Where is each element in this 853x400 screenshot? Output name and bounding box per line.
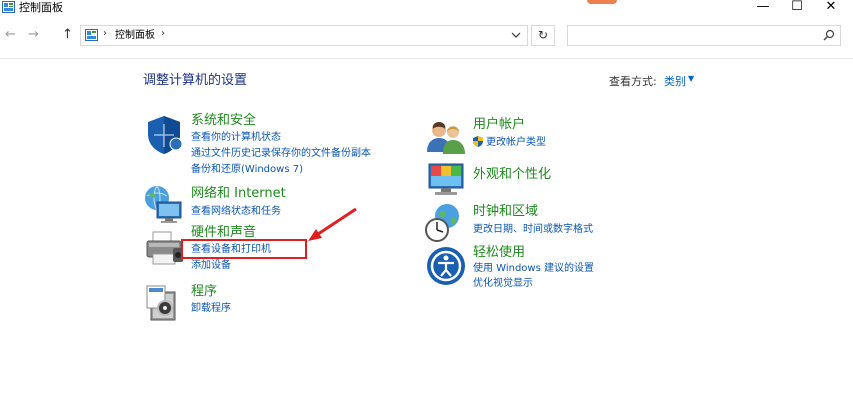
category-programs[interactable]: 程序	[191, 284, 217, 300]
view-by-dropdown[interactable]: 类别	[664, 73, 686, 89]
highlight-box	[181, 239, 307, 259]
link-change-account-type[interactable]: 更改帐户类型	[473, 136, 546, 149]
uac-shield-icon	[473, 136, 483, 147]
address-bar[interactable]: › 控制面板 ›	[80, 25, 528, 46]
forward-button[interactable]: →	[28, 26, 39, 44]
close-button[interactable]: ✕	[809, 0, 853, 16]
link-change-account-type-label[interactable]: 更改帐户类型	[486, 137, 546, 148]
link-uninstall-program[interactable]: 卸载程序	[191, 302, 231, 315]
link-windows-suggested-settings[interactable]: 使用 Windows 建议的设置	[473, 262, 594, 275]
red-arrow-annotation	[308, 207, 357, 241]
category-clock-region[interactable]: 时钟和区域	[473, 204, 538, 220]
category-system-security[interactable]: 系统和安全	[191, 113, 256, 129]
category-user-accounts[interactable]: 用户帐户	[473, 117, 525, 133]
link-view-computer-status[interactable]: 查看你的计算机状态	[191, 131, 281, 144]
refresh-button[interactable]: ↻	[531, 25, 555, 46]
link-backup-restore[interactable]: 备份和还原(Windows 7)	[191, 163, 303, 176]
divider	[0, 58, 853, 59]
users-icon[interactable]	[425, 116, 467, 158]
link-add-device[interactable]: 添加设备	[191, 259, 231, 272]
shield-icon[interactable]	[143, 114, 185, 156]
appearance-icon[interactable]	[425, 158, 467, 200]
link-optimize-visual-display[interactable]: 优化视觉显示	[473, 277, 533, 290]
decor-bar	[587, 0, 617, 4]
control-panel-icon	[2, 1, 15, 13]
up-button[interactable]: ↑	[62, 26, 73, 44]
page-title: 调整计算机的设置	[143, 73, 248, 88]
view-by-label: 查看方式:	[609, 75, 657, 88]
ease-of-access-icon[interactable]	[425, 245, 467, 287]
link-network-status[interactable]: 查看网络状态和任务	[191, 205, 281, 218]
chevron-right-icon[interactable]: ›	[161, 28, 165, 39]
control-panel-icon	[85, 29, 98, 41]
back-button[interactable]: ←	[5, 26, 16, 44]
breadcrumb[interactable]: 控制面板	[115, 29, 155, 42]
network-globe-icon[interactable]	[143, 184, 185, 226]
category-network-internet[interactable]: 网络和 Internet	[191, 186, 286, 202]
caret-down-icon[interactable]: ▼	[688, 74, 694, 83]
printer-icon[interactable]	[143, 228, 185, 270]
link-file-history-backup[interactable]: 通过文件历史记录保存你的文件备份副本	[191, 147, 371, 160]
chevron-down-icon[interactable]	[511, 28, 521, 42]
title-bar: 控制面板 — ☐ ✕	[0, 0, 853, 16]
clock-globe-icon[interactable]	[425, 202, 467, 244]
programs-icon[interactable]	[145, 282, 187, 324]
search-input[interactable]	[567, 25, 841, 46]
chevron-right-icon[interactable]: ›	[103, 28, 107, 39]
navigation-bar: ← → ↑ › 控制面板 › ↻	[0, 20, 853, 54]
link-change-date-time-format[interactable]: 更改日期、时间或数字格式	[473, 223, 593, 236]
category-appearance[interactable]: 外观和个性化	[473, 167, 551, 183]
category-ease-of-access[interactable]: 轻松使用	[473, 245, 525, 261]
window-title: 控制面板	[19, 1, 63, 14]
search-icon[interactable]	[823, 29, 835, 41]
